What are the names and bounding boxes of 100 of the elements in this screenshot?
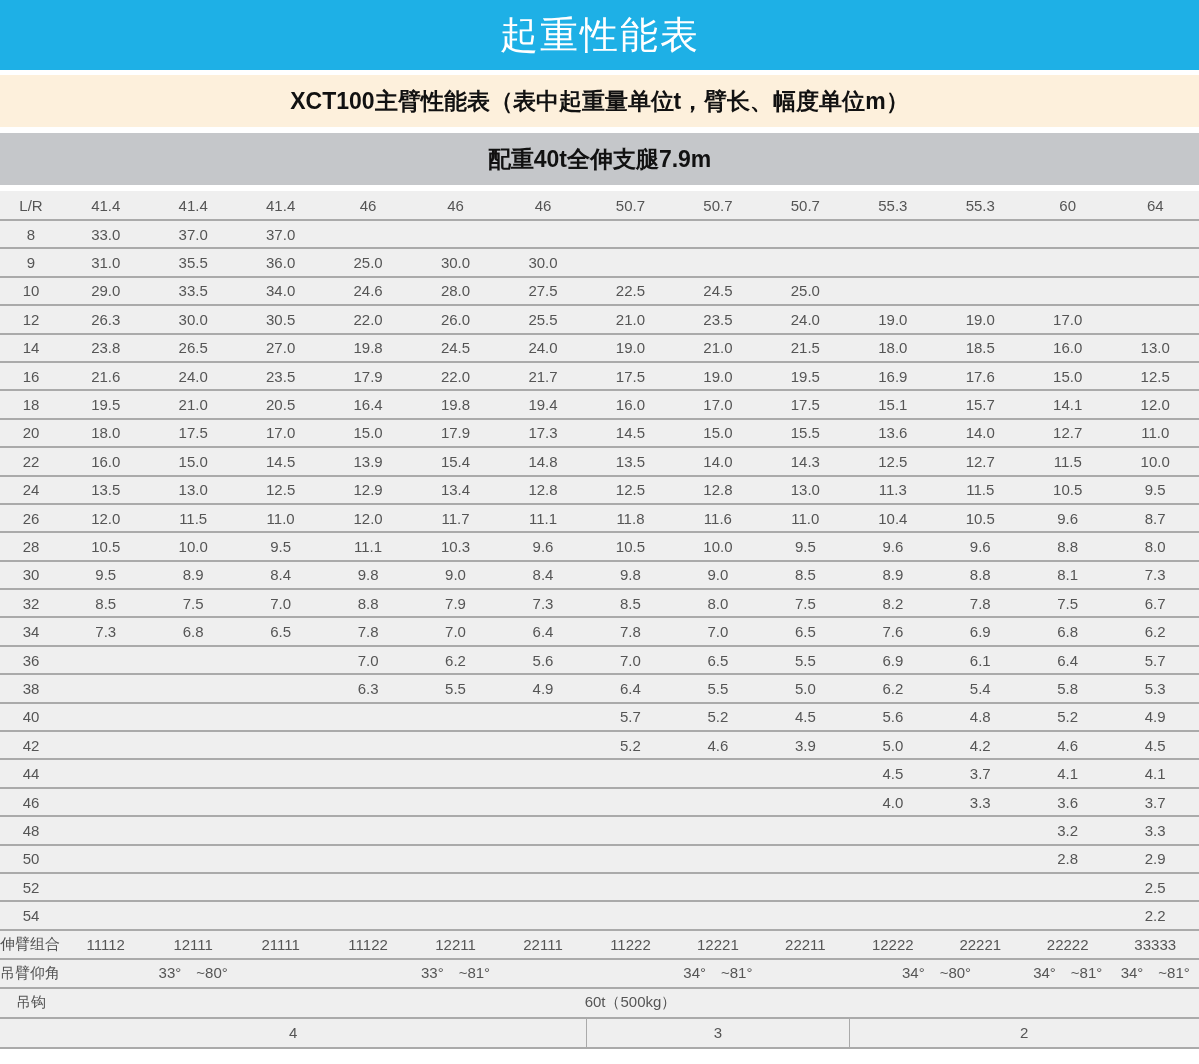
load-value: 6.9 [882, 651, 904, 669]
load-value: 6.1 [969, 651, 991, 669]
load-value: 10.0 [703, 538, 733, 555]
load-value: 34.0 [266, 282, 296, 300]
load-value: 6.7 [1144, 594, 1166, 612]
load-value: 13.4 [440, 481, 471, 499]
load-value: 5.0 [794, 679, 816, 697]
load-value: 9.5 [794, 538, 816, 555]
load-value: 10.4 [878, 509, 908, 527]
load-value: 4.9 [532, 679, 554, 697]
load-value: 7.9 [445, 594, 466, 612]
load-value: 5.5 [707, 679, 729, 697]
load-value: 9.6 [882, 538, 904, 555]
load-value: 19.0 [965, 310, 995, 328]
load-value: 9.6 [532, 538, 554, 555]
radius-label: 50 [22, 850, 40, 868]
corner-label: L/R [19, 196, 43, 214]
load-value: 11.7 [441, 509, 470, 527]
combination-value: 11222 [610, 935, 651, 953]
load-value: 10.5 [1053, 481, 1083, 499]
load-value: 25.0 [353, 254, 383, 272]
load-value: 30.0 [178, 310, 208, 328]
radius-label: 40 [22, 708, 40, 726]
boom-length-header: 60 [1059, 196, 1077, 214]
load-value: 8.0 [1144, 538, 1166, 555]
load-value: 18.0 [91, 424, 121, 442]
load-value: 5.2 [707, 708, 729, 726]
load-value: 16.0 [1053, 339, 1083, 357]
radius-label: 8 [26, 225, 36, 243]
load-value: 13.6 [878, 424, 908, 442]
row-label: 吊钩 [16, 993, 46, 1011]
load-value: 9.0 [707, 566, 729, 584]
load-value: 11.0 [1141, 424, 1170, 442]
combination-value: 21111 [261, 935, 300, 953]
load-value: 4.0 [882, 793, 904, 811]
load-value: 6.5 [794, 623, 816, 641]
load-value: 17.3 [528, 424, 558, 442]
load-value: 14.0 [703, 452, 733, 470]
load-value: 6.5 [707, 651, 729, 669]
load-value: 15.0 [703, 424, 733, 442]
load-value: 26.3 [91, 310, 121, 328]
combination-value: 22211 [785, 935, 826, 953]
load-value: 11.0 [266, 509, 295, 527]
load-value: 7.3 [532, 594, 554, 612]
radius-label: 9 [26, 254, 36, 272]
load-value: 7.5 [794, 594, 816, 612]
load-value: 6.8 [182, 623, 204, 641]
load-value: 11.8 [616, 509, 645, 527]
boom-length-header: 50.7 [790, 196, 820, 214]
load-value: 17.5 [178, 424, 208, 442]
load-value: 8.9 [882, 566, 904, 584]
radius-label: 26 [22, 509, 40, 527]
load-value: 12.0 [91, 509, 121, 527]
group-number: 3 [713, 1024, 723, 1042]
load-value: 19.8 [440, 396, 471, 414]
radius-label: 24 [22, 481, 40, 499]
load-value: 15.0 [353, 424, 383, 442]
load-value: 9.6 [969, 538, 991, 555]
combination-value: 22111 [523, 935, 563, 953]
load-value: 17.6 [965, 367, 995, 385]
load-value: 2.2 [1144, 907, 1166, 925]
load-value: 18.5 [965, 339, 995, 357]
angle-range: 34° ~81° [683, 963, 753, 981]
table-subtitle: XCT100主臂性能表（表中起重量单位t，臂长、幅度单位m） [0, 75, 1199, 127]
load-value: 6.9 [969, 623, 991, 641]
load-value: 15.4 [440, 452, 471, 470]
load-value: 22.0 [353, 310, 383, 328]
load-value: 12.9 [353, 481, 383, 499]
load-value: 14.5 [266, 452, 296, 470]
load-value: 17.5 [790, 396, 820, 414]
combination-value: 11112 [86, 935, 125, 953]
combination-value: 12221 [697, 935, 739, 953]
load-value: 6.4 [532, 623, 554, 641]
load-value: 12.0 [1140, 396, 1170, 414]
load-value: 3.9 [794, 736, 816, 754]
load-value: 22.0 [440, 367, 471, 385]
load-value: 15.5 [790, 424, 820, 442]
load-value: 15.1 [878, 396, 908, 414]
angle-range: 33° ~80° [158, 963, 228, 981]
load-value: 14.0 [965, 424, 995, 442]
load-value: 9.6 [1057, 509, 1079, 527]
load-value: 8.8 [1057, 538, 1079, 555]
combination-value: 11122 [348, 935, 388, 953]
load-value: 13.5 [615, 452, 646, 470]
load-value: 8.9 [182, 566, 204, 584]
load-value: 7.8 [620, 623, 641, 641]
load-value: 13.0 [178, 481, 208, 499]
load-value: 35.5 [178, 254, 208, 272]
load-value: 11.0 [791, 509, 820, 527]
load-value: 4.6 [707, 736, 729, 754]
load-value: 23.5 [266, 367, 296, 385]
load-value: 16.0 [615, 396, 646, 414]
load-value: 7.5 [1057, 594, 1079, 612]
radius-label: 28 [22, 538, 40, 555]
boom-length-header: 41.4 [91, 196, 121, 214]
load-value: 18.0 [878, 339, 908, 357]
load-value: 17.0 [703, 396, 733, 414]
load-value: 8.1 [1057, 566, 1079, 584]
load-value: 10.3 [440, 538, 471, 555]
load-value: 4.2 [969, 736, 991, 754]
